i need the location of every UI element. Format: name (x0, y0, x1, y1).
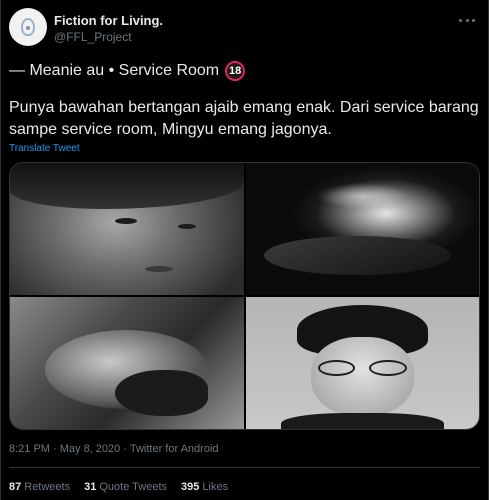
likes-count: 395 (181, 481, 200, 493)
media-photo-1[interactable] (10, 163, 244, 295)
translate-tweet-link[interactable]: Translate Tweet (9, 143, 80, 154)
tweet-card: Fiction for Living. @FFL_Project — Meani… (0, 0, 489, 500)
quotes-stat[interactable]: 31 Quote Tweets (84, 481, 167, 493)
likes-label: Likes (202, 481, 229, 493)
tweet-stats: 87 Retweets 31 Quote Tweets 395 Likes (9, 481, 228, 493)
retweets-label: Retweets (24, 481, 71, 493)
media-photo-3[interactable] (10, 297, 244, 429)
tweet-title: — Meanie au • Service Room 18 (9, 61, 246, 81)
media-photo-4[interactable] (245, 297, 479, 429)
avatar[interactable] (9, 8, 47, 46)
quotes-label: Quote Tweets (99, 481, 168, 493)
media-grid (9, 162, 480, 430)
account-handle[interactable]: @FFL_Project (54, 30, 132, 44)
retweets-count: 87 (9, 481, 22, 493)
more-options-icon[interactable] (456, 12, 478, 28)
divider (9, 467, 480, 468)
likes-stat[interactable]: 395 Likes (181, 481, 228, 493)
retweets-stat[interactable]: 87 Retweets (9, 481, 70, 493)
tweet-title-text: — Meanie au • Service Room (9, 62, 220, 79)
age-restriction-badge-icon: 18 (225, 61, 246, 81)
quotes-count: 31 (84, 481, 97, 493)
tweet-timestamp[interactable]: 8:21 PM · May 8, 2020 · Twitter for Andr… (9, 443, 219, 455)
avatar-logo-icon (21, 18, 35, 36)
account-name[interactable]: Fiction for Living. (54, 13, 163, 28)
tweet-body: Punya bawahan bertangan ajaib emang enak… (9, 99, 479, 138)
media-photo-2[interactable] (245, 163, 479, 295)
